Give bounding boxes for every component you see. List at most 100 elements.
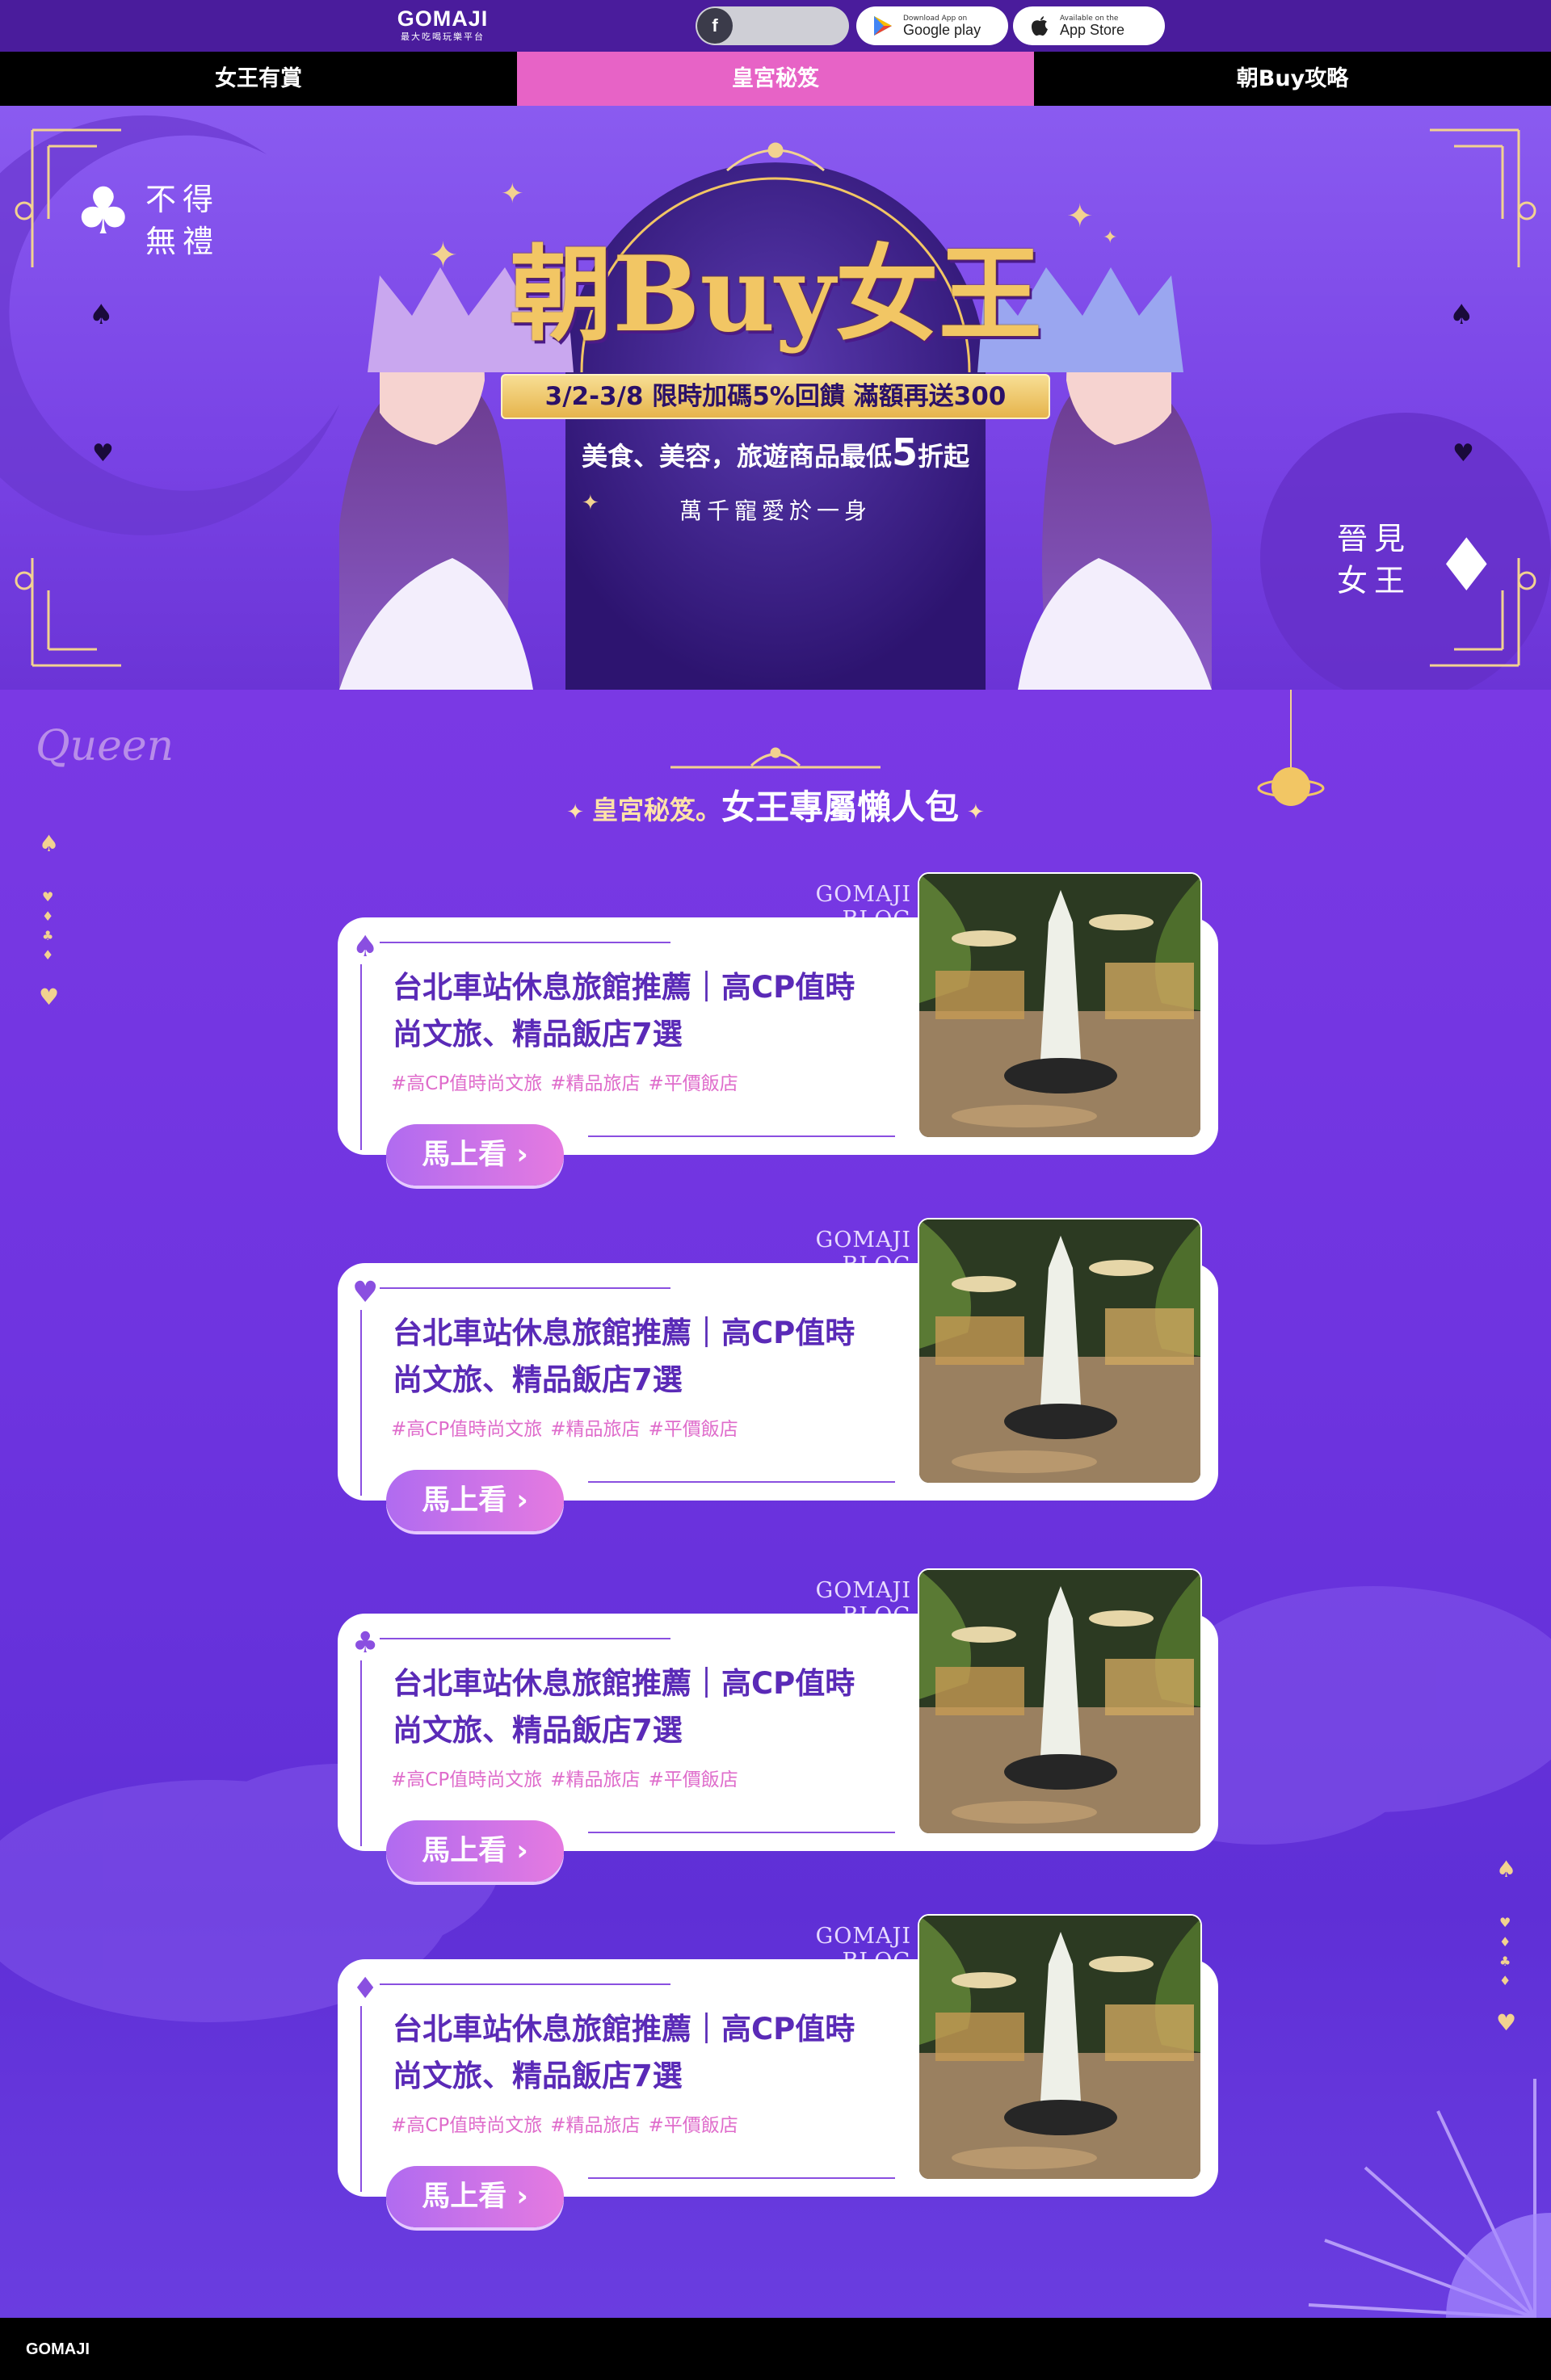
divider: [360, 964, 362, 1150]
tag[interactable]: #平價飯店: [648, 1073, 738, 1094]
divider: [380, 1983, 670, 1985]
view-now-button[interactable]: 馬上看 ›: [386, 1820, 564, 1882]
app-store-button[interactable]: Available on the App Store: [1013, 6, 1165, 45]
card-tags: #高CP值時尚文旅 #精品旅店 #平價飯店: [391, 1413, 746, 1441]
tab-palace-secrets[interactable]: 皇宮秘笈: [517, 52, 1034, 106]
svg-text:♣: ♣: [74, 174, 132, 249]
section-title-prefix: 皇宮秘笈。: [591, 795, 721, 825]
hero-subtitle-big: 5: [891, 430, 918, 474]
hero-left-vertical-text: 不得 無禮: [145, 182, 221, 259]
svg-text:♥: ♥: [1496, 2009, 1516, 2036]
divider: [588, 1135, 895, 1137]
tag[interactable]: #高CP值時尚文旅: [391, 2115, 542, 2136]
footer-logo[interactable]: GOMAJI: [26, 2340, 90, 2359]
tag[interactable]: #高CP值時尚文旅: [391, 1073, 542, 1094]
divider: [588, 1832, 895, 1833]
google-play-icon: [871, 14, 895, 38]
section-title-main: 女王專屬懶人包: [721, 787, 960, 827]
hero-subtitle: 美食、美容，旅遊商品最低5折起: [517, 430, 1034, 474]
diamond-icon: ♦: [352, 1972, 379, 2005]
svg-text:♦: ♦: [42, 909, 53, 924]
google-play-label: Google play: [903, 21, 981, 38]
photo-image: [919, 1570, 1200, 1833]
svg-text:♣: ♣: [1499, 1954, 1511, 1969]
tag[interactable]: #平價飯店: [648, 2115, 738, 2136]
sparkle-icon: ✦: [967, 800, 985, 825]
tag[interactable]: #精品旅店: [550, 1419, 640, 1440]
svg-text:✦: ✦: [428, 235, 458, 276]
hotel-lobby-photo[interactable]: [918, 1568, 1202, 1835]
card-tags: #高CP值時尚文旅 #精品旅店 #平價飯店: [391, 1068, 746, 1095]
hotel-lobby-photo[interactable]: [918, 1914, 1202, 2181]
app-store-label: App Store: [1060, 21, 1125, 38]
sparkle-icon: ✦: [566, 800, 584, 825]
card-title[interactable]: 台北車站休息旅館推薦｜高CP值時尚文旅、精品飯店7選: [393, 1310, 877, 1404]
view-now-button[interactable]: 馬上看 ›: [386, 2166, 564, 2227]
svg-text:♦: ♦: [42, 947, 53, 963]
tag[interactable]: #精品旅店: [550, 1769, 640, 1790]
card-title[interactable]: 台北車站休息旅館推薦｜高CP值時尚文旅、精品飯店7選: [393, 1660, 877, 1754]
gomaji-logo[interactable]: GOMAJI 最大吃喝玩樂平台: [386, 6, 499, 43]
google-play-button[interactable]: Download App on Google play: [856, 6, 1008, 45]
heart-icon: ♥: [352, 1276, 379, 1309]
hotel-lobby-photo[interactable]: [918, 1218, 1202, 1484]
view-now-button[interactable]: 馬上看 ›: [386, 1124, 564, 1186]
facebook-icon[interactable]: f: [697, 8, 733, 44]
tag[interactable]: #高CP值時尚文旅: [391, 1419, 542, 1440]
svg-text:♠: ♠: [39, 830, 59, 857]
section-title: ✦ 皇宮秘笈。女王專屬懶人包 ✦: [517, 780, 1034, 829]
photo-image: [919, 874, 1200, 1137]
club-icon: ♣: [352, 1627, 379, 1660]
divider: [360, 1310, 362, 1496]
hero-subtitle-suffix: 折起: [918, 441, 970, 472]
svg-text:♥: ♥: [92, 439, 114, 468]
tag[interactable]: #精品旅店: [550, 1073, 640, 1094]
footer: GOMAJI: [0, 2318, 1551, 2380]
tab-nav: 女王有賞 皇宮秘笈 朝Buy攻略: [0, 52, 1551, 106]
svg-text:♠: ♠: [89, 299, 113, 331]
svg-text:♥: ♥: [39, 984, 59, 1010]
tag[interactable]: #精品旅店: [550, 2115, 640, 2136]
hero-motto: 萬千寵愛於一身: [679, 497, 872, 524]
divider: [380, 1638, 670, 1639]
hero-banner: ♠ ♥ ♠ ♥ ♣ ♦ ✦ ✦ ✦ ✦ ✦ 不得 無禮 晉見 女王 朝Buy女王 3…: [0, 106, 1551, 690]
hotel-lobby-photo[interactable]: [918, 872, 1202, 1139]
svg-text:♥: ♥: [42, 889, 53, 905]
blog-card[interactable]: GOMAJI BLOG ♥ 台北車站休息旅館推薦｜高CP值時尚文旅、精品飯店7選…: [338, 1218, 1218, 1531]
blog-card[interactable]: GOMAJI BLOG ♣ 台北車站休息旅館推薦｜高CP值時尚文旅、精品飯店7選…: [338, 1568, 1218, 1882]
logo-tagline: 最大吃喝玩樂平台: [401, 31, 485, 42]
divider: [380, 942, 670, 943]
svg-text:♦: ♦: [1499, 1934, 1511, 1950]
svg-text:♣: ♣: [42, 928, 53, 943]
hero-right-vertical-text: 晉見 女王: [1337, 521, 1412, 598]
svg-text:♥: ♥: [1499, 1915, 1511, 1930]
tab-buy-guide[interactable]: 朝Buy攻略: [1034, 52, 1551, 106]
divider: [588, 2177, 895, 2179]
card-title[interactable]: 台北車站休息旅館推薦｜高CP值時尚文旅、精品飯店7選: [393, 964, 877, 1058]
facebook-search-box[interactable]: f: [696, 6, 849, 45]
top-bar: GOMAJI 最大吃喝玩樂平台 f Download App on Google…: [0, 0, 1551, 52]
hero-subtitle-prefix: 美食、美容，旅遊商品最低: [581, 441, 892, 472]
svg-text:✦: ✦: [501, 178, 524, 210]
queen-script: Queen: [36, 722, 174, 770]
divider: [360, 1660, 362, 1846]
card-tags: #高CP值時尚文旅 #精品旅店 #平價飯店: [391, 1764, 746, 1791]
divider: [380, 1287, 670, 1289]
svg-text:♦: ♦: [1434, 523, 1499, 608]
divider: [588, 1481, 895, 1483]
spade-icon: ♠: [352, 930, 379, 963]
card-title[interactable]: 台北車站休息旅館推薦｜高CP值時尚文旅、精品飯店7選: [393, 2006, 877, 2100]
svg-text:♥: ♥: [1452, 439, 1474, 468]
card-tags: #高CP值時尚文旅 #精品旅店 #平價飯店: [391, 2109, 746, 2137]
svg-text:♦: ♦: [1499, 1973, 1511, 1988]
photo-image: [919, 1916, 1200, 2179]
tab-queen-rewards[interactable]: 女王有賞: [0, 52, 517, 106]
logo-brand: GOMAJI: [397, 6, 489, 31]
tag[interactable]: #平價飯店: [648, 1769, 738, 1790]
tag[interactable]: #平價飯店: [648, 1419, 738, 1440]
blog-card[interactable]: GOMAJI BLOG ♠ 台北車站休息旅館推薦｜高CP值時尚文旅、精品飯店7選…: [338, 872, 1218, 1186]
tag[interactable]: #高CP值時尚文旅: [391, 1769, 542, 1790]
blog-card[interactable]: GOMAJI BLOG ♦ 台北車站休息旅館推薦｜高CP值時尚文旅、精品飯店7選…: [338, 1914, 1218, 2227]
svg-text:✦: ✦: [582, 491, 599, 515]
view-now-button[interactable]: 馬上看 ›: [386, 1470, 564, 1531]
